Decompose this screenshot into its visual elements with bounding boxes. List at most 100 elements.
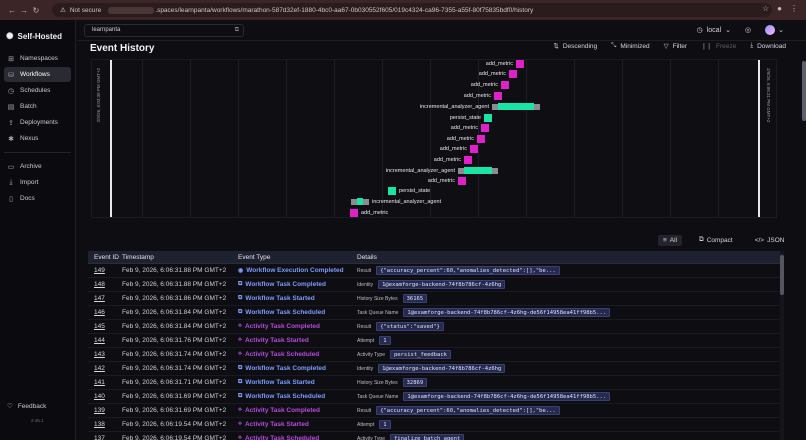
address-bar[interactable]: ⚠ Not secure .spaces/learnpanta/workflow… (52, 3, 772, 17)
detail-value-badge[interactable]: 1 (379, 420, 391, 429)
timestamp-cell: Feb 9, 2026, 6:06:31.74 PM GMT+2 (122, 365, 227, 372)
scrollbar-thumb[interactable] (802, 61, 806, 121)
tab-all[interactable]: ≡ All (658, 234, 683, 246)
sidebar-item-import[interactable]: ⤓ Import (4, 175, 71, 190)
event-id-cell: 144 (88, 337, 122, 344)
tab-json[interactable]: </> JSON (750, 235, 790, 246)
sidebar-item-batch[interactable]: ▤ Batch (4, 99, 71, 114)
timeline-event-row[interactable]: add_metric (444, 134, 485, 143)
timeline-event-row[interactable]: incremental_analyzer_agent (417, 102, 540, 111)
table-row[interactable]: 145 Feb 9, 2026, 6:06:31.84 PM GMT+2 ⟡ Acti… (88, 320, 784, 334)
timeline-event-row[interactable]: add_metric (468, 80, 509, 89)
timezone-selector[interactable]: ◷ local ⌄ (697, 26, 731, 35)
timeline-event-row[interactable]: add_metric (431, 155, 472, 164)
detail-value-badge[interactable]: 32869 (402, 378, 428, 387)
table-row[interactable]: 147 Feb 9, 2026, 6:06:31.86 PM GMT+2 ⧉ Work… (88, 292, 784, 306)
timeline-event-row[interactable]: add_metric (448, 123, 489, 132)
forward-icon[interactable]: → (18, 6, 30, 15)
table-scrollbar[interactable] (780, 251, 784, 440)
table-row[interactable]: 142 Feb 9, 2026, 6:06:31.74 PM GMT+2 ⧉ Work… (88, 362, 784, 376)
detail-value-badge[interactable]: 1 (379, 336, 391, 345)
detail-value-badge[interactable]: {"accuracy_percent":60,"anomalies_detect… (376, 266, 560, 275)
detail-value-badge[interactable]: finalize_batch_agent (389, 434, 465, 440)
timeline-event-row[interactable]: persist_state (447, 113, 492, 122)
timeline-event-label: add_metric (450, 124, 478, 131)
timeline-event-row[interactable]: incremental_analyzer_agent (383, 166, 498, 175)
table-scrollbar-thumb[interactable] (780, 255, 784, 295)
reload-icon[interactable]: ↻ (30, 6, 42, 15)
sidebar-item-deployments[interactable]: ⇪ Deployments (4, 115, 71, 130)
sidebar-item-archive[interactable]: ▭ Archive (4, 159, 71, 174)
timeline-event-row[interactable]: add_metric (350, 208, 391, 217)
incognito-icon[interactable]: ◎ (745, 26, 751, 34)
event-id-cell: 146 (88, 309, 122, 316)
table-row[interactable]: 140 Feb 9, 2026, 6:06:31.69 PM GMT+2 ⧉ Work… (88, 390, 784, 404)
timeline-event-row[interactable]: add_metric (476, 69, 517, 78)
event-id-link[interactable]: 139 (94, 407, 105, 414)
table-row[interactable]: 141 Feb 9, 2026, 6:06:31.71 PM GMT+2 ⧉ Work… (88, 376, 784, 390)
table-row[interactable]: 148 Feb 9, 2026, 6:06:31.88 PM GMT+2 ⧉ Work… (88, 278, 784, 292)
event-id-link[interactable]: 147 (94, 295, 105, 302)
table-row[interactable]: 149 Feb 9, 2026, 6:06:31.88 PM GMT+2 ◉ Work… (88, 264, 784, 278)
timeline-marker (484, 113, 492, 122)
feedback-link[interactable]: ♡ Feedback (7, 402, 46, 411)
download-button[interactable]: ⤓ Download (750, 42, 786, 50)
star-icon[interactable]: ☆ (762, 4, 769, 13)
timestamp-cell: Feb 9, 2026, 6:06:31.88 PM GMT+2 (122, 281, 227, 288)
table-row[interactable]: 143 Feb 9, 2026, 6:06:31.74 PM GMT+2 ⟡ Acti… (88, 348, 784, 362)
detail-value-badge[interactable]: 1@examforge-backend-74f8b786cf-4z6hg-de5… (403, 392, 611, 401)
event-id-link[interactable]: 145 (94, 323, 105, 330)
table-row[interactable]: 139 Feb 9, 2026, 6:06:31.69 PM GMT+2 ⟡ Acti… (88, 404, 784, 418)
timeline-event-row[interactable]: incremental_analyzer_agent (351, 197, 444, 206)
timeline-event-row[interactable]: add_metric (483, 60, 524, 68)
user-menu[interactable]: ⌄ (765, 25, 784, 35)
tab-compact[interactable]: ⧉ Compact (694, 234, 738, 246)
timeline-event-row[interactable]: add_metric (425, 176, 466, 185)
freeze-button[interactable]: ❙❙ Freeze (701, 42, 736, 51)
back-icon[interactable]: ← (6, 6, 18, 15)
menu-icon[interactable]: ⋮ (790, 4, 798, 13)
brand[interactable]: ✺ Self-Hosted (0, 20, 75, 50)
event-id-link[interactable]: 137 (94, 435, 105, 440)
event-id-link[interactable]: 149 (94, 267, 105, 274)
sidebar-item-docs[interactable]: ▯ Docs (4, 191, 71, 206)
sidebar-item-workflows[interactable]: ⛁ Workflows (4, 67, 71, 82)
event-id-link[interactable]: 141 (94, 379, 105, 386)
timeline-event-row[interactable]: persist_state (388, 186, 433, 195)
event-id-link[interactable]: 142 (94, 365, 105, 372)
event-id-link[interactable]: 144 (94, 337, 105, 344)
timeline-event-row[interactable]: add_metric (437, 144, 478, 153)
descending-button[interactable]: ⇅ Descending (553, 42, 597, 51)
timeline-chart[interactable]: 2/9/26, 6:03:38 PM GMT+2 2/9/26, 6:06:31… (91, 59, 777, 218)
filter-button[interactable]: ▽ Filter (664, 42, 687, 51)
sidebar-item-nexus[interactable]: ✱ Nexus (4, 131, 71, 146)
namespace-selector[interactable]: learnpanta ⧉ (84, 24, 244, 37)
detail-value-badge[interactable]: 1@examforge-backend-74f8b786cf-4z6hg (378, 364, 506, 373)
table-row[interactable]: 146 Feb 9, 2026, 6:06:31.84 PM GMT+2 ⧉ Work… (88, 306, 784, 320)
minimized-button[interactable]: ⤡ Minimized (611, 42, 649, 50)
detail-value-badge[interactable]: {"status":"saved"} (376, 322, 444, 331)
page-scrollbar[interactable] (800, 59, 806, 219)
event-id-link[interactable]: 148 (94, 281, 105, 288)
table-row[interactable]: 137 Feb 9, 2026, 6:06:19.54 PM GMT+2 ⟡ Acti… (88, 432, 784, 440)
detail-value-badge[interactable]: persist_feedback (389, 350, 451, 359)
table-row[interactable]: 144 Feb 9, 2026, 6:06:31.76 PM GMT+2 ⟡ Acti… (88, 334, 784, 348)
sidebar-item-namespaces[interactable]: ⊞ Namespaces (4, 51, 71, 66)
detail-value-badge[interactable]: 1@examforge-backend-74f8b786cf-4z6hg-de5… (403, 308, 611, 317)
timeline-event-row[interactable]: add_metric (461, 91, 502, 100)
detail-value-badge[interactable]: 36165 (402, 294, 428, 303)
sidebar-item-schedules[interactable]: ◷ Schedules (4, 83, 71, 98)
profile-icon[interactable]: ● (777, 4, 782, 13)
timeline-event-label: add_metric (485, 60, 513, 67)
event-id-link[interactable]: 138 (94, 421, 105, 428)
event-type-label: Activity Task Scheduled (244, 435, 320, 440)
table-row[interactable]: 138 Feb 9, 2026, 6:06:19.54 PM GMT+2 ⟡ Acti… (88, 418, 784, 432)
event-id-link[interactable]: 143 (94, 351, 105, 358)
event-id-link[interactable]: 146 (94, 309, 105, 316)
timeline-event-row[interactable]: persist_state (276, 217, 321, 218)
external-link-icon[interactable]: ⧉ (235, 25, 239, 36)
detail-value-badge[interactable]: 1@examforge-backend-74f8b786cf-4z6hg (378, 280, 506, 289)
event-id-link[interactable]: 140 (94, 393, 105, 400)
detail-value-badge[interactable]: {"accuracy_percent":60,"anomalies_detect… (376, 406, 560, 415)
timeline-marker (458, 176, 466, 185)
